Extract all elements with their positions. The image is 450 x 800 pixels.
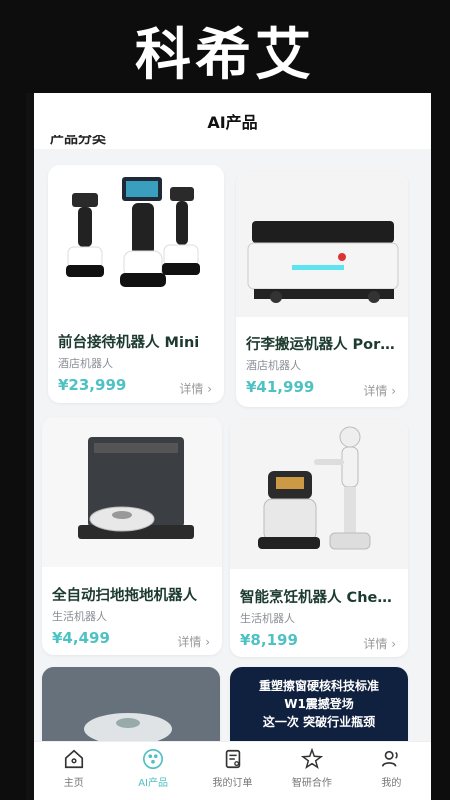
detail-link[interactable]: 详情 › [177,633,210,650]
page-title: AI产品 [207,113,258,132]
product-price: ¥41,999 [246,378,315,396]
ai-products-icon [143,749,164,769]
tab-cooperation[interactable]: 智研合作 [272,742,351,800]
banner-line-3: 这一次 突破行业瓶颈 [262,715,376,729]
product-card[interactable]: 前台接待机器人 Mini 酒店机器人 ¥23,999 详情 › [48,165,224,403]
product-category: 酒店机器人 [58,357,113,370]
product-image [230,419,408,569]
tab-profile[interactable]: 我的 [352,742,431,800]
profile-icon [382,750,399,767]
product-category: 生活机器人 [240,612,295,625]
product-image [42,417,222,567]
tab-label: 智研合作 [291,778,332,789]
banner-line-1: 重塑擦窗硬核科技标准 [258,679,379,693]
product-image [48,165,224,313]
promo-title: 科希艾 [135,23,315,88]
cooperation-icon [300,748,323,769]
tab-label: 我的 [381,778,402,789]
home-icon [64,749,83,769]
product-image [236,171,408,317]
tab-label: AI产品 [138,778,168,789]
product-category: 生活机器人 [52,610,107,623]
tab-ai-products[interactable]: AI产品 [113,742,192,800]
tab-label: 我的订单 [212,778,253,789]
product-card[interactable]: 智能烹饪机器人 Chef Pro 生活机器人 ¥8,199 详情 › [230,419,408,657]
product-price: ¥23,999 [58,376,127,394]
product-price: ¥8,199 [240,631,298,649]
orders-icon [225,749,240,769]
product-category: 酒店机器人 [246,359,301,372]
tab-label: 主页 [63,778,84,789]
product-name: 前台接待机器人 Mini [58,335,200,351]
tab-home[interactable]: 主页 [34,742,113,800]
product-name: 全自动扫地拖地机器人 [52,588,197,604]
detail-link[interactable]: 详情 › [363,635,396,652]
product-card[interactable]: 行李搬运机器人 Porter 酒店机器人 ¥41,999 详情 › [236,171,408,407]
section-heading: 产品分类 [50,135,106,145]
tab-orders[interactable]: 我的订单 [193,742,272,800]
product-card[interactable]: 全自动扫地拖地机器人 生活机器人 ¥4,499 详情 › [42,417,222,655]
product-name: 智能烹饪机器人 Chef Pro [240,590,398,606]
detail-link[interactable]: 详情 › [179,380,212,397]
phone-bezel [26,93,34,800]
bottom-tab-bar: 主页 AI产品 我的订单 智研合作 我的 [34,741,431,800]
product-price: ¥4,499 [52,629,110,647]
banner-line-2: W1震撼登场 [284,697,354,711]
app-screen: AI产品 产品分类 前台接待机器人 Mini 酒店机器人 ¥23,999 详情 … [34,93,431,800]
product-name: 行李搬运机器人 Porter [246,337,398,353]
detail-link[interactable]: 详情 › [363,382,396,399]
